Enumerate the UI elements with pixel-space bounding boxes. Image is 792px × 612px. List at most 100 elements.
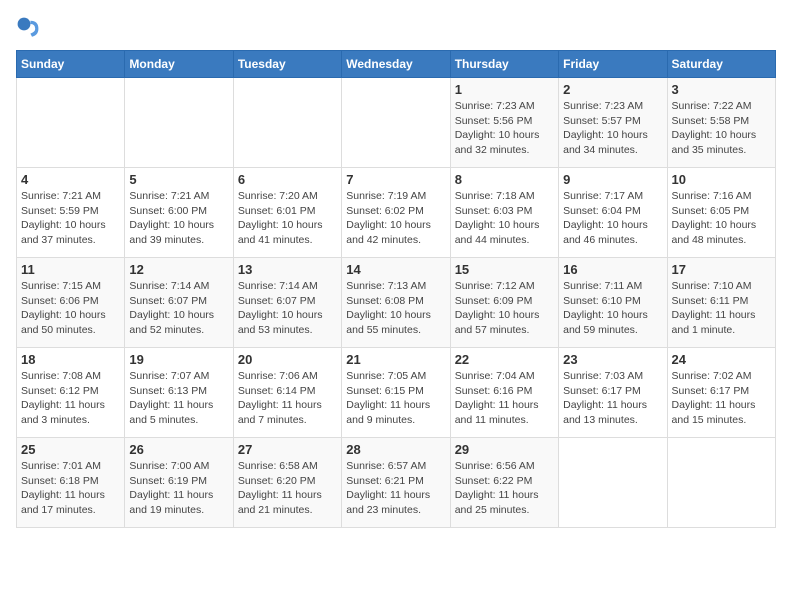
calendar-cell: 5 Sunrise: 7:21 AM Sunset: 6:00 PM Daylig… [125,168,233,258]
day-number: 13 [238,262,337,277]
day-info: Sunrise: 7:03 AM Sunset: 6:17 PM Dayligh… [563,369,662,428]
day-info: Sunrise: 7:14 AM Sunset: 6:07 PM Dayligh… [129,279,228,338]
logo-icon [16,16,40,40]
day-info: Sunrise: 7:00 AM Sunset: 6:19 PM Dayligh… [129,459,228,518]
calendar-cell: 21Sunrise: 7:05 AM Sunset: 6:15 PM Dayli… [342,348,450,438]
day-number: 26 [129,442,228,457]
day-number: 11 [21,262,120,277]
day-info: Sunrise: 7:13 AM Sunset: 6:08 PM Dayligh… [346,279,445,338]
calendar-cell: 7 Sunrise: 7:19 AM Sunset: 6:02 PM Daylig… [342,168,450,258]
header-row: SundayMondayTuesdayWednesdayThursdayFrid… [17,51,776,78]
header-day-monday: Monday [125,51,233,78]
day-info: Sunrise: 7:11 AM Sunset: 6:10 PM Dayligh… [563,279,662,338]
calendar-cell: 17 Sunrise: 7:10 AM Sunset: 6:11 PM Dayli… [667,258,775,348]
calendar-cell: 1 Sunrise: 7:23 AM Sunset: 5:56 PM Daylig… [450,78,558,168]
calendar-cell: 23 Sunrise: 7:03 AM Sunset: 6:17 PM Dayli… [559,348,667,438]
week-row-4: 18 Sunrise: 7:08 AM Sunset: 6:12 PM Dayli… [17,348,776,438]
calendar-cell [667,438,775,528]
day-info: Sunrise: 7:23 AM Sunset: 5:57 PM Dayligh… [563,99,662,158]
calendar-cell: 15 Sunrise: 7:12 AM Sunset: 6:09 PM Dayli… [450,258,558,348]
day-number: 10 [672,172,771,187]
day-number: 18 [21,352,120,367]
day-info: Sunrise: 7:08 AM Sunset: 6:12 PM Dayligh… [21,369,120,428]
day-number: 16 [563,262,662,277]
day-number: 20 [238,352,337,367]
day-info: Sunrise: 7:14 AM Sunset: 6:07 PM Dayligh… [238,279,337,338]
calendar-cell: 14 Sunrise: 7:13 AM Sunset: 6:08 PM Dayli… [342,258,450,348]
day-info: Sunrise: 7:02 AM Sunset: 6:17 PM Dayligh… [672,369,771,428]
calendar-cell: 13 Sunrise: 7:14 AM Sunset: 6:07 PM Dayli… [233,258,341,348]
day-info: Sunrise: 6:57 AM Sunset: 6:21 PM Dayligh… [346,459,445,518]
calendar-cell: 27 Sunrise: 6:58 AM Sunset: 6:20 PM Dayli… [233,438,341,528]
calendar-cell [342,78,450,168]
calendar-cell: 4 Sunrise: 7:21 AM Sunset: 5:59 PM Daylig… [17,168,125,258]
day-number: 17 [672,262,771,277]
day-info: Sunrise: 7:19 AM Sunset: 6:02 PM Dayligh… [346,189,445,248]
day-number: 9 [563,172,662,187]
calendar-cell: 25 Sunrise: 7:01 AM Sunset: 6:18 PM Dayli… [17,438,125,528]
day-number: 23 [563,352,662,367]
day-number: 2 [563,82,662,97]
day-number: 27 [238,442,337,457]
calendar-cell: 9 Sunrise: 7:17 AM Sunset: 6:04 PM Daylig… [559,168,667,258]
day-number: 29 [455,442,554,457]
calendar-cell: 8 Sunrise: 7:18 AM Sunset: 6:03 PM Daylig… [450,168,558,258]
header-day-saturday: Saturday [667,51,775,78]
calendar-cell [125,78,233,168]
day-info: Sunrise: 7:23 AM Sunset: 5:56 PM Dayligh… [455,99,554,158]
calendar-cell: 2 Sunrise: 7:23 AM Sunset: 5:57 PM Daylig… [559,78,667,168]
day-number: 12 [129,262,228,277]
header [16,16,776,40]
day-number: 3 [672,82,771,97]
day-info: Sunrise: 7:15 AM Sunset: 6:06 PM Dayligh… [21,279,120,338]
calendar-cell: 3Sunrise: 7:22 AM Sunset: 5:58 PM Daylig… [667,78,775,168]
day-info: Sunrise: 7:06 AM Sunset: 6:14 PM Dayligh… [238,369,337,428]
day-info: Sunrise: 7:07 AM Sunset: 6:13 PM Dayligh… [129,369,228,428]
day-number: 14 [346,262,445,277]
header-day-friday: Friday [559,51,667,78]
day-number: 21 [346,352,445,367]
calendar-cell: 26 Sunrise: 7:00 AM Sunset: 6:19 PM Dayli… [125,438,233,528]
day-number: 22 [455,352,554,367]
calendar-table: SundayMondayTuesdayWednesdayThursdayFrid… [16,50,776,528]
calendar-cell: 18 Sunrise: 7:08 AM Sunset: 6:12 PM Dayli… [17,348,125,438]
day-info: Sunrise: 7:21 AM Sunset: 5:59 PM Dayligh… [21,189,120,248]
day-info: Sunrise: 7:12 AM Sunset: 6:09 PM Dayligh… [455,279,554,338]
calendar-cell: 20 Sunrise: 7:06 AM Sunset: 6:14 PM Dayli… [233,348,341,438]
day-number: 7 [346,172,445,187]
day-info: Sunrise: 7:04 AM Sunset: 6:16 PM Dayligh… [455,369,554,428]
day-number: 19 [129,352,228,367]
day-info: Sunrise: 7:18 AM Sunset: 6:03 PM Dayligh… [455,189,554,248]
day-number: 4 [21,172,120,187]
header-day-wednesday: Wednesday [342,51,450,78]
calendar-cell: 24 Sunrise: 7:02 AM Sunset: 6:17 PM Dayli… [667,348,775,438]
day-number: 24 [672,352,771,367]
week-row-1: 1 Sunrise: 7:23 AM Sunset: 5:56 PM Daylig… [17,78,776,168]
calendar-cell: 10 Sunrise: 7:16 AM Sunset: 6:05 PM Dayli… [667,168,775,258]
day-info: Sunrise: 7:20 AM Sunset: 6:01 PM Dayligh… [238,189,337,248]
day-info: Sunrise: 7:16 AM Sunset: 6:05 PM Dayligh… [672,189,771,248]
calendar-cell: 19 Sunrise: 7:07 AM Sunset: 6:13 PM Dayli… [125,348,233,438]
calendar-cell: 28Sunrise: 6:57 AM Sunset: 6:21 PM Dayli… [342,438,450,528]
calendar-cell [559,438,667,528]
day-info: Sunrise: 7:01 AM Sunset: 6:18 PM Dayligh… [21,459,120,518]
day-info: Sunrise: 7:17 AM Sunset: 6:04 PM Dayligh… [563,189,662,248]
day-number: 15 [455,262,554,277]
day-number: 5 [129,172,228,187]
day-info: Sunrise: 6:58 AM Sunset: 6:20 PM Dayligh… [238,459,337,518]
day-info: Sunrise: 7:10 AM Sunset: 6:11 PM Dayligh… [672,279,771,338]
calendar-cell: 12 Sunrise: 7:14 AM Sunset: 6:07 PM Dayli… [125,258,233,348]
logo [16,16,44,40]
calendar-cell: 11 Sunrise: 7:15 AM Sunset: 6:06 PM Dayli… [17,258,125,348]
day-number: 25 [21,442,120,457]
day-number: 1 [455,82,554,97]
calendar-cell: 16 Sunrise: 7:11 AM Sunset: 6:10 PM Dayli… [559,258,667,348]
calendar-cell [17,78,125,168]
header-day-sunday: Sunday [17,51,125,78]
day-info: Sunrise: 7:21 AM Sunset: 6:00 PM Dayligh… [129,189,228,248]
week-row-2: 4 Sunrise: 7:21 AM Sunset: 5:59 PM Daylig… [17,168,776,258]
week-row-3: 11 Sunrise: 7:15 AM Sunset: 6:06 PM Dayli… [17,258,776,348]
day-number: 8 [455,172,554,187]
day-info: Sunrise: 6:56 AM Sunset: 6:22 PM Dayligh… [455,459,554,518]
calendar-cell [233,78,341,168]
